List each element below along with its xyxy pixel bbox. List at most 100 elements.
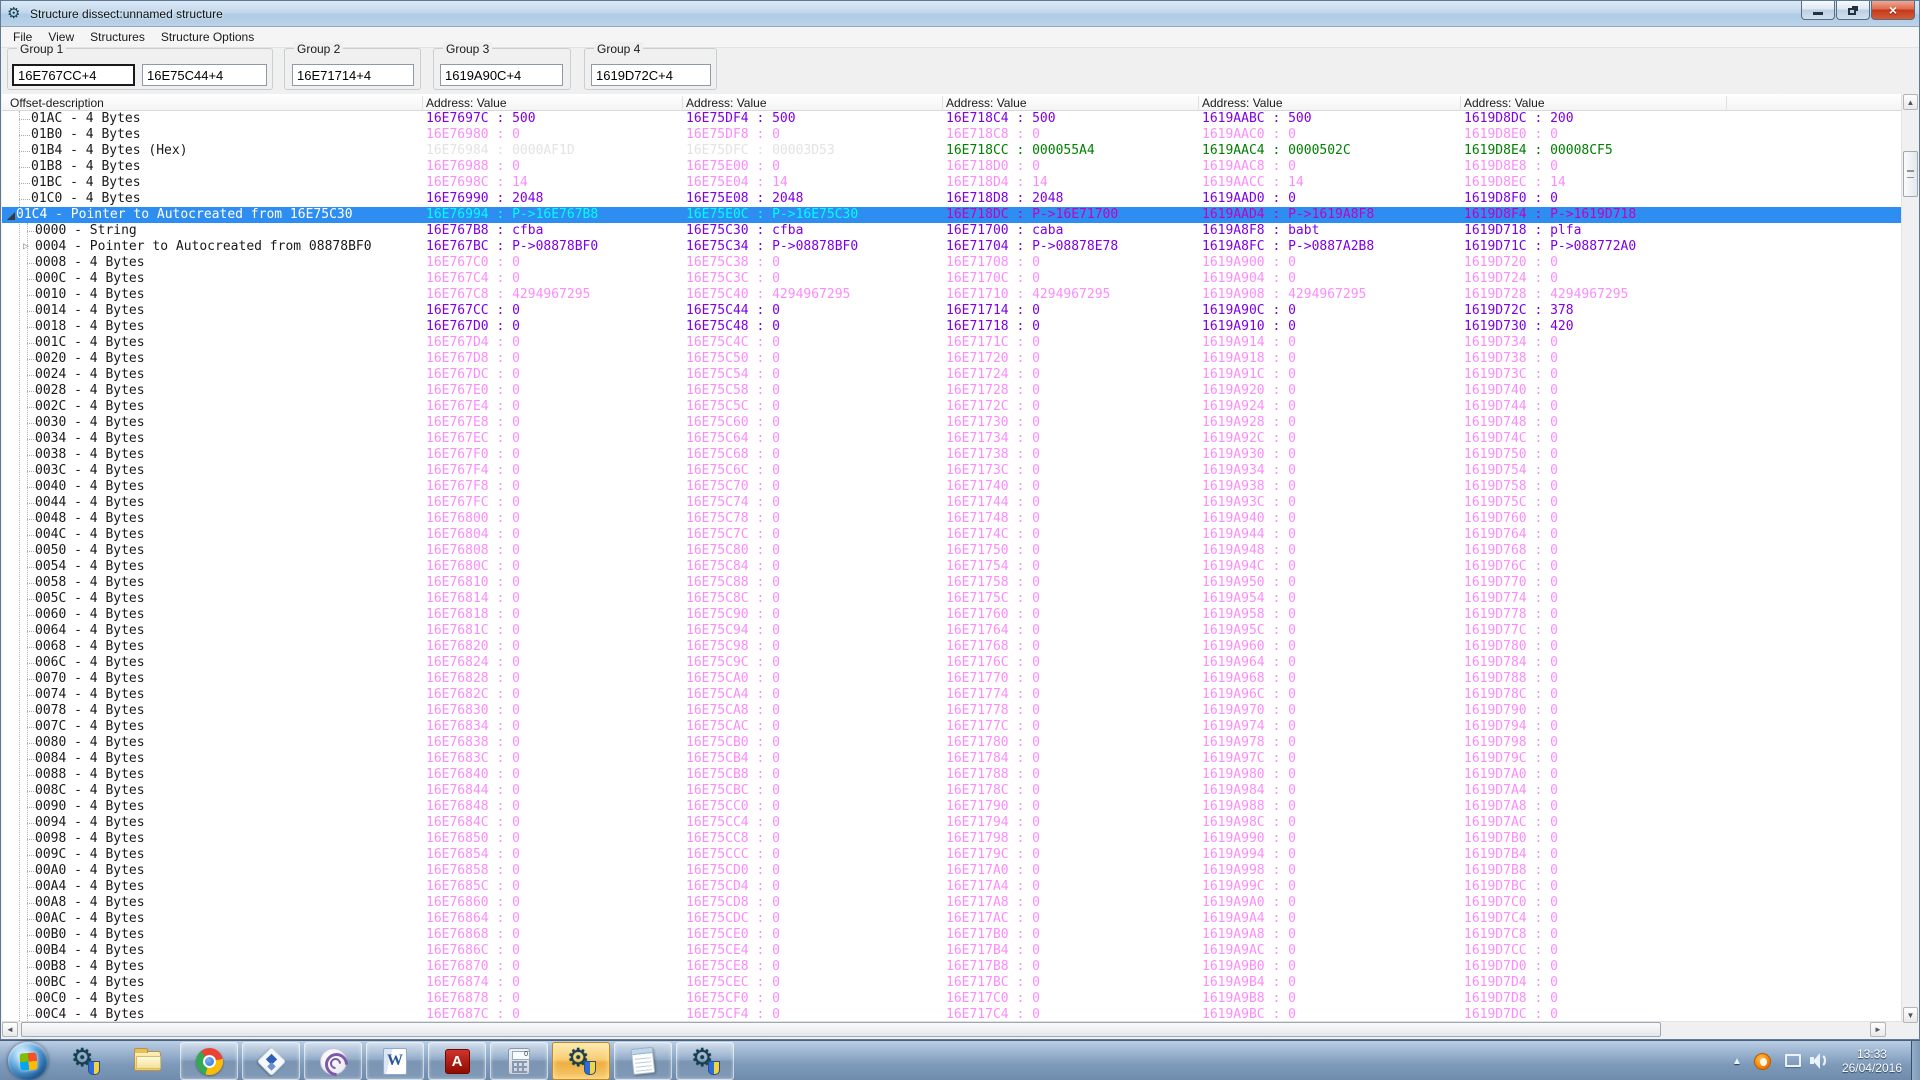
vertical-scrollbar[interactable]: ▲ ▼	[1901, 94, 1918, 1023]
table-row[interactable]: 0068 - 4 Bytes 16E76820 : 0 16E75C98 : 0 16…	[2, 639, 1903, 655]
table-row[interactable]: 01B8 - 4 Bytes 16E76988 : 0 16E75E00 : 0 16…	[2, 159, 1903, 175]
table-row[interactable]: 0090 - 4 Bytes 16E76848 : 0 16E75CC0 : 0 16…	[2, 799, 1903, 815]
table-row[interactable]: 009C - 4 Bytes 16E76854 : 0 16E75CCC : 0 16…	[2, 847, 1903, 863]
taskbar-cheat-engine-2[interactable]	[676, 1042, 734, 1080]
table-row[interactable]: 0098 - 4 Bytes 16E76850 : 0 16E75CC8 : 0 16…	[2, 831, 1903, 847]
menu-structures[interactable]: Structures	[82, 28, 153, 46]
group-1-address-input-1[interactable]	[12, 64, 135, 86]
close-button[interactable]: ×	[1871, 1, 1915, 20]
table-row[interactable]: 00B0 - 4 Bytes 16E76868 : 0 16E75CE0 : 0 16…	[2, 927, 1903, 943]
table-row[interactable]: 002C - 4 Bytes 16E767E4 : 0 16E75C5C : 0 16…	[2, 399, 1903, 415]
table-row[interactable]: 01AC - 4 Bytes 16E7697C : 500 16E75DF4 : 5…	[2, 111, 1903, 127]
table-row[interactable]: 0018 - 4 Bytes 16E767D0 : 0 16E75C48 : 0 16…	[2, 319, 1903, 335]
table-row[interactable]: 0060 - 4 Bytes 16E76818 : 0 16E75C90 : 0 16…	[2, 607, 1903, 623]
table-row[interactable]: 005C - 4 Bytes 16E76814 : 0 16E75C8C : 0 16…	[2, 591, 1903, 607]
table-row[interactable]: 0094 - 4 Bytes 16E7684C : 0 16E75CC4 : 0 16…	[2, 815, 1903, 831]
table-row[interactable]: 0024 - 4 Bytes 16E767DC : 0 16E75C54 : 0 16…	[2, 367, 1903, 383]
show-desktop-button[interactable]	[1911, 1041, 1920, 1080]
table-row[interactable]: 01B4 - 4 Bytes (Hex) 16E76984 : 0000AF1D 1…	[2, 143, 1903, 159]
taskbar-word[interactable]	[366, 1042, 424, 1080]
menu-structure-options[interactable]: Structure Options	[153, 28, 262, 46]
column-separator[interactable]	[942, 96, 943, 109]
restore-button[interactable]	[1836, 1, 1870, 20]
table-row[interactable]: 0020 - 4 Bytes 16E767D8 : 0 16E75C50 : 0 16…	[2, 351, 1903, 367]
table-row[interactable]: 0070 - 4 Bytes 16E76828 : 0 16E75CA0 : 0 16…	[2, 671, 1903, 687]
table-row[interactable]: 0038 - 4 Bytes 16E767F0 : 0 16E75C68 : 0 16…	[2, 447, 1903, 463]
table-row[interactable]: 0030 - 4 Bytes 16E767E8 : 0 16E75C60 : 0 16…	[2, 415, 1903, 431]
scroll-right-icon[interactable]: ►	[1870, 1022, 1886, 1037]
table-row[interactable]: 0044 - 4 Bytes 16E767FC : 0 16E75C74 : 0 16…	[2, 495, 1903, 511]
table-row[interactable]: 0080 - 4 Bytes 16E76838 : 0 16E75CB0 : 0 16…	[2, 735, 1903, 751]
table-row[interactable]: 0088 - 4 Bytes 16E76840 : 0 16E75CB8 : 0 16…	[2, 767, 1903, 783]
scroll-up-icon[interactable]: ▲	[1903, 94, 1918, 110]
table-row[interactable]: 0008 - 4 Bytes 16E767C0 : 0 16E75C38 : 0 16…	[2, 255, 1903, 271]
clock[interactable]: 13:33 26/04/2016	[1842, 1047, 1902, 1075]
column-separator[interactable]	[682, 96, 683, 109]
taskbar-notepad[interactable]	[614, 1042, 672, 1080]
table-row[interactable]: 0084 - 4 Bytes 16E7683C : 0 16E75CB4 : 0 16…	[2, 751, 1903, 767]
table-row[interactable]: 00B8 - 4 Bytes 16E76870 : 0 16E75CE8 : 0 16…	[2, 959, 1903, 975]
antivirus-tray-icon[interactable]	[1753, 1052, 1771, 1070]
table-row[interactable]: 00A4 - 4 Bytes 16E7685C : 0 16E75CD4 : 0 16…	[2, 879, 1903, 895]
table-row[interactable]: 0000 - String 16E767B8 : cfba 16E75C30 : c…	[2, 223, 1903, 239]
table-row[interactable]: 0074 - 4 Bytes 16E7682C : 0 16E75CA4 : 0 16…	[2, 687, 1903, 703]
table-row[interactable]: 00AC - 4 Bytes 16E76864 : 0 16E75CDC : 0 16…	[2, 911, 1903, 927]
table-row[interactable]: ▷ 0004 - Pointer to Autocreated from 0887…	[2, 239, 1903, 255]
table-row[interactable]: 006C - 4 Bytes 16E76824 : 0 16E75C9C : 0 16…	[2, 655, 1903, 671]
taskbar-adobe-reader[interactable]	[428, 1042, 486, 1080]
horizontal-scroll-thumb[interactable]	[21, 1022, 1661, 1037]
table-row[interactable]: 00A8 - 4 Bytes 16E76860 : 0 16E75CD8 : 0 16…	[2, 895, 1903, 911]
horizontal-scrollbar[interactable]: ◄ ►	[2, 1021, 1903, 1038]
table-row[interactable]: 008C - 4 Bytes 16E76844 : 0 16E75CBC : 0 16…	[2, 783, 1903, 799]
table-row[interactable]: 0054 - 4 Bytes 16E7680C : 0 16E75C84 : 0 16…	[2, 559, 1903, 575]
table-row[interactable]: 000C - 4 Bytes 16E767C4 : 0 16E75C3C : 0 16…	[2, 271, 1903, 287]
table-row[interactable]: 0034 - 4 Bytes 16E767EC : 0 16E75C64 : 0 16…	[2, 431, 1903, 447]
scroll-left-icon[interactable]: ◄	[2, 1022, 18, 1037]
volume-tray-icon[interactable]	[1809, 1053, 1830, 1069]
hidden-icons-arrow-icon[interactable]: ▲	[1732, 1056, 1742, 1067]
table-row[interactable]: 007C - 4 Bytes 16E76834 : 0 16E75CAC : 0 16…	[2, 719, 1903, 735]
table-row[interactable]: 00C0 - 4 Bytes 16E76878 : 0 16E75CF0 : 0 16…	[2, 991, 1903, 1007]
table-row[interactable]: 00A0 - 4 Bytes 16E76858 : 0 16E75CD0 : 0 16…	[2, 863, 1903, 879]
table-row[interactable]: 0010 - 4 Bytes 16E767C8 : 4294967295 16E75…	[2, 287, 1903, 303]
vertical-scroll-thumb[interactable]	[1903, 151, 1918, 197]
column-separator[interactable]	[422, 96, 423, 109]
table-row[interactable]: 0058 - 4 Bytes 16E76810 : 0 16E75C88 : 0 16…	[2, 575, 1903, 591]
group-1-address-input-2[interactable]	[142, 64, 267, 86]
column-separator[interactable]	[1198, 96, 1199, 109]
taskbar-cheat-engine-active[interactable]	[552, 1042, 610, 1080]
group-4-address-input[interactable]	[591, 64, 711, 86]
taskbar-bittorrent[interactable]	[304, 1042, 362, 1080]
taskbar-windows-explorer[interactable]	[118, 1042, 176, 1080]
group-3-address-input[interactable]	[440, 64, 563, 86]
network-tray-icon[interactable]	[1782, 1053, 1801, 1069]
table-row[interactable]: 01C0 - 4 Bytes 16E76990 : 2048 16E75E08 : …	[2, 191, 1903, 207]
group-2-address-input[interactable]	[292, 64, 414, 86]
taskbar-calculator[interactable]	[490, 1042, 548, 1080]
table-row[interactable]: 01C4 - Pointer to Autocreated from 16E75…	[2, 207, 1903, 223]
table-row[interactable]: 003C - 4 Bytes 16E767F4 : 0 16E75C6C : 0 16…	[2, 463, 1903, 479]
table-row[interactable]: 00B4 - 4 Bytes 16E7686C : 0 16E75CE4 : 0 16…	[2, 943, 1903, 959]
taskbar-torrent-client[interactable]	[242, 1042, 300, 1080]
table-row[interactable]: 0050 - 4 Bytes 16E76808 : 0 16E75C80 : 0 16…	[2, 543, 1903, 559]
expanded-node-icon[interactable]	[7, 212, 15, 220]
table-row[interactable]: 0040 - 4 Bytes 16E767F8 : 0 16E75C70 : 0 16…	[2, 479, 1903, 495]
column-separator[interactable]	[1726, 96, 1727, 109]
table-row[interactable]: 0064 - 4 Bytes 16E7681C : 0 16E75C94 : 0 16…	[2, 623, 1903, 639]
collapsed-node-icon[interactable]: ▷	[23, 239, 29, 255]
taskbar-chrome[interactable]	[180, 1042, 238, 1080]
table-row[interactable]: 01B0 - 4 Bytes 16E76980 : 0 16E75DF8 : 0 16…	[2, 127, 1903, 143]
table-row[interactable]: 01BC - 4 Bytes 16E7698C : 14 16E75E04 : 14…	[2, 175, 1903, 191]
minimize-button[interactable]	[1801, 1, 1835, 20]
column-separator[interactable]	[1460, 96, 1461, 109]
table-row[interactable]: 004C - 4 Bytes 16E76804 : 0 16E75C7C : 0 16…	[2, 527, 1903, 543]
table-row[interactable]: 00BC - 4 Bytes 16E76874 : 0 16E75CEC : 0 16…	[2, 975, 1903, 991]
table-row[interactable]: 0048 - 4 Bytes 16E76800 : 0 16E75C78 : 0 16…	[2, 511, 1903, 527]
scroll-down-icon[interactable]: ▼	[1903, 1007, 1918, 1023]
table-row[interactable]: 0014 - 4 Bytes 16E767CC : 0 16E75C44 : 0 16…	[2, 303, 1903, 319]
table-row[interactable]: 0078 - 4 Bytes 16E76830 : 0 16E75CA8 : 0 16…	[2, 703, 1903, 719]
start-button[interactable]	[8, 1042, 48, 1080]
taskbar-cheat-engine-pinned[interactable]	[56, 1042, 114, 1080]
table-row[interactable]: 001C - 4 Bytes 16E767D4 : 0 16E75C4C : 0 16…	[2, 335, 1903, 351]
table-row[interactable]: 0028 - 4 Bytes 16E767E0 : 0 16E75C58 : 0 16…	[2, 383, 1903, 399]
